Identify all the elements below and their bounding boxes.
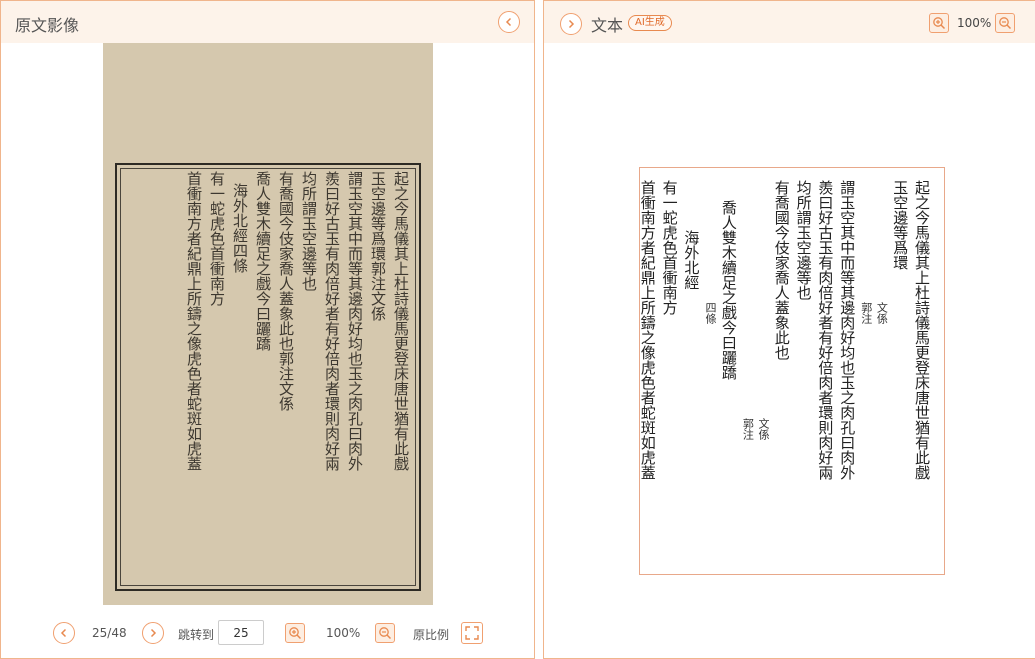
scan-column: 海外北經四條 bbox=[231, 183, 249, 273]
jump-to-label: 跳转到 bbox=[178, 628, 215, 642]
text-column: 喬人雙木續足之戲今曰躧蹻 bbox=[721, 200, 738, 380]
scan-column: 有喬國今伎家喬人蓋象此也郭注文係 bbox=[277, 171, 295, 411]
fullscreen-icon bbox=[465, 626, 479, 640]
collapse-left-button[interactable] bbox=[498, 11, 520, 33]
zoom-out-icon bbox=[999, 17, 1012, 30]
chevron-right-icon bbox=[150, 628, 157, 638]
next-page-button[interactable] bbox=[142, 622, 164, 644]
text-column: 起之今馬儀其上杜詩儀馬更登床唐世猶有此戲 bbox=[914, 180, 931, 480]
annotation-column: 文係 bbox=[876, 302, 889, 324]
text-column: 海外北經 bbox=[683, 230, 701, 290]
scan-column: 首衝南方者紀鼎上所鑄之像虎色者蛇斑如虎蓋 bbox=[185, 171, 203, 471]
zoom-level-right: 100% bbox=[957, 16, 992, 30]
annotation-column: 文係 bbox=[758, 418, 770, 440]
text-column: 謂玉空其中而等其邊肉好均也玉之肉孔曰肉外 bbox=[839, 180, 857, 480]
chevron-left-icon bbox=[505, 17, 512, 27]
text-column: 有喬國今伎家喬人蓋象此也 bbox=[773, 180, 791, 360]
scan-column: 謂玉空其中而等其邊肉好均也玉之肉孔曰肉外 bbox=[346, 171, 364, 471]
scan-column: 玉空邊等爲環郭注文係 bbox=[369, 171, 387, 321]
expand-left-button[interactable] bbox=[560, 13, 582, 35]
annotation-column: 郭注 bbox=[742, 418, 755, 440]
text-column: 均所謂玉空邊等也 bbox=[795, 180, 813, 300]
page-indicator: 25/48 bbox=[92, 626, 127, 640]
chevron-left-icon bbox=[60, 628, 67, 638]
original-image-header: 原文影像 bbox=[1, 1, 534, 43]
page-number-input[interactable] bbox=[218, 620, 264, 645]
scan-column: 喬人雙木續足之戲今曰躧蹻 bbox=[254, 171, 272, 351]
panel-title-original: 原文影像 bbox=[15, 16, 80, 35]
zoom-level-left: 100% bbox=[326, 626, 361, 640]
text-columns: 起之今馬儀其上杜詩儀馬更登床唐世猶有此戲 玉空邊等爲環 文係 郭注 謂玉空其中而… bbox=[640, 180, 932, 564]
scan-column: 起之今馬儀其上杜詩儀馬更登床唐世猶有此戲 bbox=[392, 171, 410, 471]
text-column: 玉空邊等爲環 bbox=[892, 180, 910, 270]
text-column: 羨曰好古玉有肉倍好者有好倍肉者環則肉好兩 bbox=[817, 180, 835, 480]
zoom-out-button-right[interactable] bbox=[995, 13, 1015, 33]
prev-page-button[interactable] bbox=[53, 622, 75, 644]
original-image-panel: 原文影像 起之今馬儀其上杜詩儀馬更登床唐世猶有此戲 玉空邊等爲環郭注文係 謂玉空… bbox=[0, 0, 535, 659]
fullscreen-button[interactable] bbox=[461, 622, 483, 644]
zoom-in-icon bbox=[933, 17, 946, 30]
zoom-out-button-left[interactable] bbox=[375, 623, 395, 643]
text-column: 有一蛇虎色首衝南方 bbox=[661, 180, 679, 315]
zoom-in-button-right[interactable] bbox=[929, 13, 949, 33]
text-column: 首衝南方者紀鼎上所鑄之像虎色者蛇斑如虎蓋 bbox=[639, 180, 657, 480]
transcribed-text-box: 起之今馬儀其上杜詩儀馬更登床唐世猶有此戲 玉空邊等爲環 文係 郭注 謂玉空其中而… bbox=[639, 167, 945, 575]
scan-column: 羨曰好古玉有肉倍好者有好倍肉者環則肉好兩 bbox=[323, 171, 341, 471]
scan-column: 有一蛇虎色首衝南方 bbox=[208, 171, 226, 306]
chevron-right-icon bbox=[568, 19, 575, 29]
zoom-in-icon bbox=[289, 627, 302, 640]
ai-generated-badge: AI生成 bbox=[628, 15, 672, 31]
zoom-out-icon bbox=[379, 627, 392, 640]
panel-title-text: 文本 bbox=[591, 16, 624, 35]
original-ratio-label[interactable]: 原比例 bbox=[413, 626, 449, 643]
annotation-column: 郭注 bbox=[861, 302, 873, 324]
scanned-page-image: 起之今馬儀其上杜詩儀馬更登床唐世猶有此戲 玉空邊等爲環郭注文係 謂玉空其中而等其… bbox=[103, 43, 433, 605]
text-panel-header: 文本 AI生成 100% bbox=[544, 1, 1035, 43]
zoom-in-button-left[interactable] bbox=[285, 623, 305, 643]
annotation-column: 四條 bbox=[705, 302, 717, 324]
text-panel: 文本 AI生成 100% 起之今馬儀其上杜詩儀馬更登床唐世猶有此戲 玉空邊等爲環… bbox=[543, 0, 1035, 659]
scan-column: 均所謂玉空邊等也 bbox=[300, 171, 318, 291]
scan-columns: 起之今馬儀其上杜詩儀馬更登床唐世猶有此戲 玉空邊等爲環郭注文係 謂玉空其中而等其… bbox=[125, 171, 411, 581]
